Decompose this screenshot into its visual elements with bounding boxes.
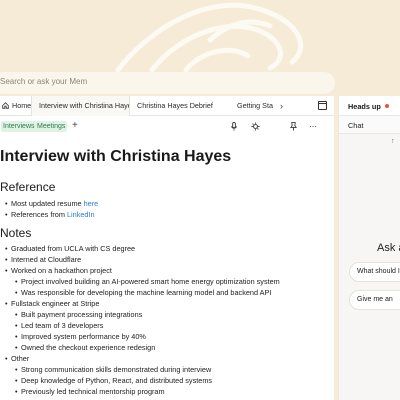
list-item: Graduated from UCLA with CS degree: [0, 243, 280, 254]
list-item: Built payment processing integrations: [0, 309, 280, 320]
suggestion-chip[interactable]: What should I: [349, 262, 400, 282]
chat-area: ↑ Ask a What should I Give me an: [339, 134, 400, 400]
list-item: References from LinkedIn: [0, 209, 98, 220]
tab-bar: Home Interview with Christina Hayes Chri…: [0, 96, 334, 116]
list-item-text: Most updated resume: [11, 199, 84, 208]
list-item: Project involved building an AI-powered …: [0, 276, 280, 287]
list-item: Worked on a hackathon project: [0, 265, 280, 276]
microphone-icon[interactable]: [230, 122, 238, 131]
list-item: Deep knowledge of Python, React, and dis…: [0, 375, 280, 386]
list-item: Improved system performance by 40%: [0, 331, 280, 342]
notes-heading: Notes: [0, 226, 32, 240]
search-placeholder: Search or ask your Mem: [0, 77, 88, 86]
chevron-right-icon[interactable]: ›: [280, 101, 283, 111]
list-item: Fullstack engineer at Stripe: [0, 298, 280, 309]
list-item: Other: [0, 353, 280, 364]
tab-home-label: Home: [12, 101, 31, 110]
sidebar-title[interactable]: Heads up: [348, 102, 389, 111]
tab-home[interactable]: Home: [0, 96, 31, 116]
search-input[interactable]: Search or ask your Mem: [0, 72, 335, 94]
tab-getting-started-label: Getting Sta: [237, 101, 273, 110]
notes-list: Graduated from UCLA with CS degree Inter…: [0, 243, 280, 397]
list-item: Most updated resume here: [0, 198, 98, 209]
linkedin-link[interactable]: LinkedIn: [67, 210, 95, 219]
pin-icon[interactable]: [290, 122, 297, 131]
more-options-icon[interactable]: ⋯: [309, 122, 317, 132]
list-item-text: References from: [11, 210, 67, 219]
editor-pane: Home Interview with Christina Hayes Chri…: [0, 96, 334, 400]
tab-interview[interactable]: Interview with Christina Hayes: [31, 96, 130, 116]
split-view-icon[interactable]: [318, 101, 327, 110]
tab-debrief[interactable]: Christina Hayes Debrief: [137, 96, 229, 116]
list-item: Was responsible for developing the machi…: [0, 287, 280, 298]
notification-dot-icon: [384, 104, 389, 108]
resume-link[interactable]: here: [84, 199, 99, 208]
sidebar-header: Heads up: [339, 96, 400, 116]
sidebar-title-text: Heads up: [348, 102, 381, 111]
list-item: Interned at Cloudflare: [0, 254, 280, 265]
suggestion-chip[interactable]: Give me an: [349, 290, 400, 310]
note-toolbar: Interviews Meetings + ⋯: [0, 118, 334, 136]
reference-heading: Reference: [0, 180, 56, 194]
add-tag-button[interactable]: +: [72, 120, 78, 132]
chat-prompt-heading: Ask a: [377, 242, 400, 254]
header-banner: Search or ask your Mem: [0, 0, 400, 98]
tab-getting-started[interactable]: Getting Sta: [237, 96, 275, 116]
arrow-up-icon[interactable]: ↑: [391, 138, 395, 145]
sparkle-icon[interactable]: [251, 122, 260, 131]
right-sidebar: Heads up Chat ↑ Ask a What should I Give…: [338, 96, 400, 400]
tag-meetings[interactable]: Meetings: [35, 121, 68, 132]
list-item: Owned the checkout experience redesign: [0, 342, 280, 353]
chat-label: Chat: [348, 121, 364, 130]
reference-list: Most updated resume here References from…: [0, 198, 98, 220]
tag-interviews[interactable]: Interviews: [1, 121, 37, 132]
list-item: Led team of 3 developers: [0, 320, 280, 331]
list-item: Previously led technical mentorship prog…: [0, 386, 280, 397]
chat-tab[interactable]: Chat: [339, 116, 400, 134]
list-item: Strong communication skills demonstrated…: [0, 364, 280, 375]
tab-debrief-label: Christina Hayes Debrief: [137, 101, 213, 110]
tab-interview-label: Interview with Christina Hayes: [39, 101, 130, 110]
home-icon: [2, 102, 9, 109]
note-title[interactable]: Interview with Christina Hayes: [0, 148, 231, 166]
